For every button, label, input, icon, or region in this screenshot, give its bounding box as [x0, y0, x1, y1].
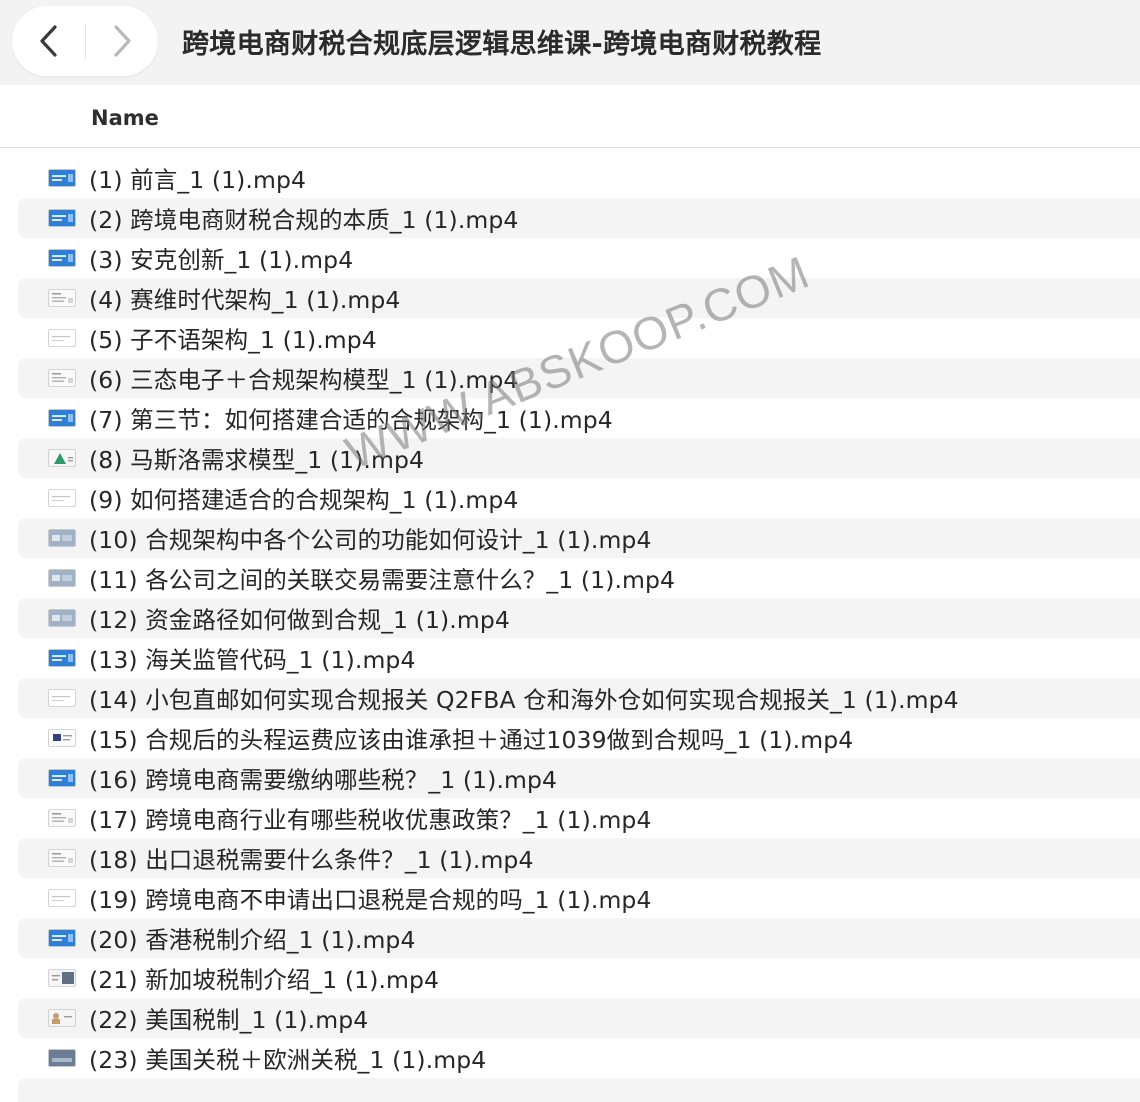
video-file-icon: [48, 848, 76, 868]
file-row[interactable]: (4) 赛维时代架构_1 (1).mp4: [18, 278, 1140, 318]
file-row[interactable]: (12) 资金路径如何做到合规_1 (1).mp4: [18, 598, 1140, 638]
file-name: (1) 前言_1 (1).mp4: [89, 166, 307, 194]
file-name: (10) 合规架构中各个公司的功能如何设计_1 (1).mp4: [89, 526, 652, 554]
file-row[interactable]: (8) 马斯洛需求模型_1 (1).mp4: [18, 438, 1140, 478]
file-name: (11) 各公司之间的关联交易需要注意什么？_1 (1).mp4: [89, 566, 676, 594]
video-file-icon: [48, 1048, 76, 1068]
file-row[interactable]: (7) 第三节：如何搭建合适的合规架构_1 (1).mp4: [0, 398, 1140, 438]
video-file-icon: [48, 368, 76, 388]
video-file-icon: [48, 608, 76, 628]
file-name: (13) 海关监管代码_1 (1).mp4: [89, 646, 416, 674]
file-name: (6) 三态电子＋合规架构模型_1 (1).mp4: [89, 366, 519, 394]
file-row[interactable]: (5) 子不语架构_1 (1).mp4: [0, 318, 1140, 358]
video-file-icon: [48, 808, 76, 828]
video-file-icon: [48, 328, 76, 348]
file-row[interactable]: (15) 合规后的头程运费应该由谁承担＋通过1039做到合规吗_1 (1).mp…: [0, 718, 1140, 758]
forward-button[interactable]: [85, 6, 158, 76]
file-row[interactable]: (1) 前言_1 (1).mp4: [0, 158, 1140, 198]
video-file-icon: [48, 208, 76, 228]
file-name: (5) 子不语架构_1 (1).mp4: [89, 326, 377, 354]
file-row[interactable]: (21) 新加坡税制介绍_1 (1).mp4: [0, 958, 1140, 998]
video-file-icon: [48, 168, 76, 188]
file-row[interactable]: (19) 跨境电商不申请出口退税是合规的吗_1 (1).mp4: [0, 878, 1140, 918]
file-name: (4) 赛维时代架构_1 (1).mp4: [89, 286, 401, 314]
file-name: (18) 出口退税需要什么条件？_1 (1).mp4: [89, 846, 534, 874]
file-name: (12) 资金路径如何做到合规_1 (1).mp4: [89, 606, 510, 634]
video-file-icon: [48, 648, 76, 668]
file-name: (2) 跨境电商财税合规的本质_1 (1).mp4: [89, 206, 519, 234]
empty-row: [18, 1078, 1140, 1102]
file-row[interactable]: (23) 美国关税＋欧洲关税_1 (1).mp4: [0, 1038, 1140, 1078]
file-name: (20) 香港税制介绍_1 (1).mp4: [89, 926, 416, 954]
video-file-icon: [48, 448, 76, 468]
file-row[interactable]: (14) 小包直邮如何实现合规报关 Q2FBA 仓和海外仓如何实现合规报关_1 …: [18, 678, 1140, 718]
file-name: (16) 跨境电商需要缴纳哪些税？_1 (1).mp4: [89, 766, 558, 794]
file-row[interactable]: (20) 香港税制介绍_1 (1).mp4: [18, 918, 1140, 958]
file-row[interactable]: (22) 美国税制_1 (1).mp4: [18, 998, 1140, 1038]
file-name: (23) 美国关税＋欧洲关税_1 (1).mp4: [89, 1046, 487, 1074]
video-file-icon: [48, 488, 76, 508]
video-file-icon: [48, 248, 76, 268]
file-name: (14) 小包直邮如何实现合规报关 Q2FBA 仓和海外仓如何实现合规报关_1 …: [89, 686, 959, 714]
video-file-icon: [48, 688, 76, 708]
video-file-icon: [48, 288, 76, 308]
video-file-icon: [48, 728, 76, 748]
file-list: (1) 前言_1 (1).mp4 (2) 跨境电商财税合规的本质_1 (1).mp…: [0, 158, 1140, 1078]
file-row[interactable]: (17) 跨境电商行业有哪些税收优惠政策？_1 (1).mp4: [0, 798, 1140, 838]
navigation-buttons: [12, 6, 158, 76]
chevron-right-icon: [113, 25, 131, 57]
file-name: (19) 跨境电商不申请出口退税是合规的吗_1 (1).mp4: [89, 886, 652, 914]
file-name: (21) 新加坡税制介绍_1 (1).mp4: [89, 966, 440, 994]
file-row[interactable]: (18) 出口退税需要什么条件？_1 (1).mp4: [18, 838, 1140, 878]
column-header-row: Name: [0, 85, 1140, 148]
file-row[interactable]: (16) 跨境电商需要缴纳哪些税？_1 (1).mp4: [18, 758, 1140, 798]
video-file-icon: [48, 968, 76, 988]
video-file-icon: [48, 768, 76, 788]
video-file-icon: [48, 888, 76, 908]
file-name: (3) 安克创新_1 (1).mp4: [89, 246, 354, 274]
window-title: 跨境电商财税合规底层逻辑思维课-跨境电商财税教程: [182, 29, 822, 60]
file-name: (7) 第三节：如何搭建合适的合规架构_1 (1).mp4: [89, 406, 613, 434]
file-name: (15) 合规后的头程运费应该由谁承担＋通过1039做到合规吗_1 (1).mp…: [89, 726, 854, 754]
file-row[interactable]: (2) 跨境电商财税合规的本质_1 (1).mp4: [18, 198, 1140, 238]
file-name: (9) 如何搭建适合的合规架构_1 (1).mp4: [89, 486, 519, 514]
toolbar: 跨境电商财税合规底层逻辑思维课-跨境电商财税教程: [0, 0, 1140, 85]
file-row[interactable]: (6) 三态电子＋合规架构模型_1 (1).mp4: [18, 358, 1140, 398]
file-row[interactable]: (10) 合规架构中各个公司的功能如何设计_1 (1).mp4: [18, 518, 1140, 558]
file-row[interactable]: (13) 海关监管代码_1 (1).mp4: [0, 638, 1140, 678]
file-row[interactable]: (3) 安克创新_1 (1).mp4: [0, 238, 1140, 278]
column-header-name[interactable]: Name: [91, 106, 159, 130]
video-file-icon: [48, 1008, 76, 1028]
video-file-icon: [48, 408, 76, 428]
file-name: (17) 跨境电商行业有哪些税收优惠政策？_1 (1).mp4: [89, 806, 652, 834]
video-file-icon: [48, 928, 76, 948]
video-file-icon: [48, 528, 76, 548]
file-row[interactable]: (11) 各公司之间的关联交易需要注意什么？_1 (1).mp4: [0, 558, 1140, 598]
video-file-icon: [48, 568, 76, 588]
file-name: (22) 美国税制_1 (1).mp4: [89, 1006, 369, 1034]
file-row[interactable]: (9) 如何搭建适合的合规架构_1 (1).mp4: [0, 478, 1140, 518]
chevron-left-icon: [39, 25, 57, 57]
back-button[interactable]: [12, 6, 85, 76]
file-name: (8) 马斯洛需求模型_1 (1).mp4: [89, 446, 425, 474]
